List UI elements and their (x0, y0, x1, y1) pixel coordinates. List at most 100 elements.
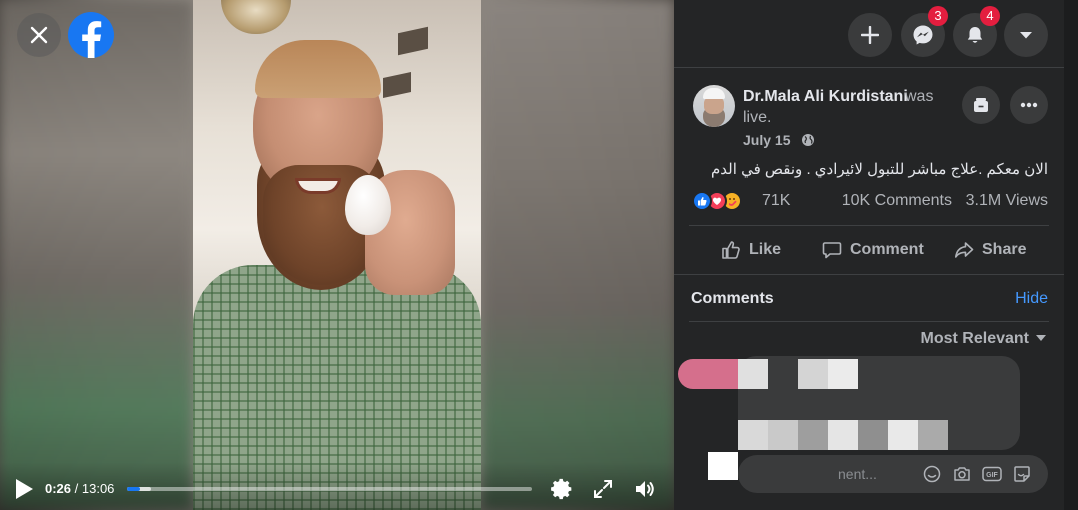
close-button[interactable] (17, 13, 61, 57)
caret-down-icon (1020, 32, 1032, 39)
facebook-video-viewer: 0:26 / 13:06 3 4 Dr.Mala Ali Kurdistani … (0, 0, 1078, 510)
video-frame (193, 0, 481, 510)
gear-icon (551, 478, 572, 500)
top-navigation: 3 4 (674, 0, 1064, 68)
save-post-button[interactable] (962, 86, 1000, 124)
emoji-button[interactable] (921, 463, 943, 485)
care-emoji-icon (729, 198, 737, 206)
pixelated-block (798, 420, 828, 450)
author-avatar[interactable] (693, 85, 735, 127)
progress-fill (127, 487, 141, 491)
post-side-panel: 3 4 Dr.Mala Ali Kurdistani was live. Jul… (674, 0, 1078, 510)
comment-sort[interactable]: Most Relevant (689, 321, 1049, 353)
create-button[interactable] (848, 13, 892, 57)
video-blur-right (481, 0, 674, 510)
bell-icon (967, 27, 983, 43)
pixelated-block (918, 420, 948, 450)
like-reaction-icon[interactable] (692, 191, 712, 211)
views-count: 3.1M Views (965, 192, 1048, 209)
messenger-button[interactable]: 3 (901, 6, 948, 57)
share-button[interactable]: Share (954, 226, 1026, 274)
comment-label: Comment (850, 241, 924, 258)
author-name[interactable]: Dr.Mala Ali Kurdistani (743, 88, 908, 106)
pixelated-block (858, 420, 888, 450)
reactions-summary: 71K 10K Comments 3.1M Views (692, 190, 1048, 212)
play-icon[interactable] (14, 478, 34, 500)
notifications-button[interactable]: 4 (953, 6, 1000, 57)
messenger-icon (913, 25, 933, 45)
pixelated-avatar (678, 359, 738, 389)
smiley-icon (923, 465, 941, 483)
sticker-icon (1014, 466, 1030, 482)
comments-title: Comments (691, 290, 774, 307)
facebook-logo[interactable] (68, 12, 114, 58)
more-options-button[interactable] (1010, 86, 1048, 124)
pixelated-block (738, 420, 768, 450)
fullscreen-icon (594, 480, 612, 498)
video-blur-left (0, 0, 193, 510)
volume-button[interactable] (632, 476, 658, 502)
pixelated-block (738, 359, 768, 389)
post-header: Dr.Mala Ali Kurdistani was live. July 15 (674, 70, 1064, 154)
post-actions: Like Comment Share (689, 225, 1049, 273)
globe-icon (802, 134, 814, 146)
pixelated-avatar-small (708, 452, 738, 480)
photo-button[interactable] (951, 463, 973, 485)
like-label: Like (749, 241, 782, 258)
pixelated-block (828, 359, 858, 389)
messenger-badge: 3 (928, 6, 948, 26)
ellipsis-icon (1020, 102, 1038, 108)
egg (345, 175, 391, 235)
pixelated-block (888, 420, 918, 450)
duration: 13:06 (81, 481, 115, 496)
heart-icon (712, 197, 722, 205)
account-menu-button[interactable] (1004, 13, 1048, 57)
svg-text:GIF: GIF (986, 472, 998, 479)
sort-label[interactable]: Most Relevant (921, 330, 1029, 348)
gif-button[interactable]: GIF (981, 463, 1003, 485)
comment-icon (822, 242, 842, 259)
like-icon (722, 241, 740, 259)
pixelated-block (768, 420, 798, 450)
panel-scrollbar[interactable] (1064, 0, 1078, 510)
ceiling-block (383, 72, 411, 98)
avatar-cap (703, 88, 725, 99)
was-live-text-continued: live. (743, 109, 772, 126)
ceiling-block (398, 26, 428, 56)
pixelated-block (798, 359, 828, 389)
post-text: الان معكم .علاج مباشر للتبول لائيرادي . … (711, 161, 1048, 178)
pixelated-block (828, 420, 858, 450)
comments-count[interactable]: 10K Comments (842, 192, 952, 210)
sticker-button[interactable] (1011, 463, 1033, 485)
settings-button[interactable] (549, 476, 575, 502)
reactions-count[interactable]: 71K (762, 192, 790, 210)
close-icon (30, 26, 48, 44)
fullscreen-button[interactable] (590, 476, 616, 502)
comment-input-placeholder: nent... (838, 466, 877, 482)
comments-header: Comments Hide (674, 274, 1064, 322)
notifications-badge: 4 (980, 6, 1000, 26)
video-player[interactable]: 0:26 / 13:06 (0, 0, 674, 510)
volume-icon (636, 481, 654, 497)
current-time: 0:26 (45, 481, 72, 496)
progress-bar[interactable] (127, 487, 532, 491)
was-live-text: was (905, 88, 934, 105)
facebook-f-icon (82, 21, 102, 58)
like-button[interactable]: Like (721, 226, 781, 274)
comment-button[interactable]: Comment (822, 226, 924, 274)
post-date[interactable]: July 15 (743, 132, 790, 148)
thumbs-up-icon (698, 197, 707, 206)
camera-icon (954, 467, 970, 481)
chevron-down-icon (1036, 335, 1046, 341)
share-label: Share (982, 241, 1027, 258)
time-separator: / (71, 481, 82, 496)
share-icon (955, 242, 974, 258)
write-comment-input[interactable]: nent... GIF (738, 455, 1048, 493)
plus-icon (861, 26, 879, 44)
bookmark-icon (974, 98, 988, 112)
ceiling-lamp (221, 0, 291, 34)
time-display: 0:26 / 13:06 (45, 481, 114, 496)
person-hair (255, 40, 381, 98)
gif-icon: GIF (982, 466, 1002, 482)
hide-comments-link[interactable]: Hide (1015, 290, 1048, 308)
